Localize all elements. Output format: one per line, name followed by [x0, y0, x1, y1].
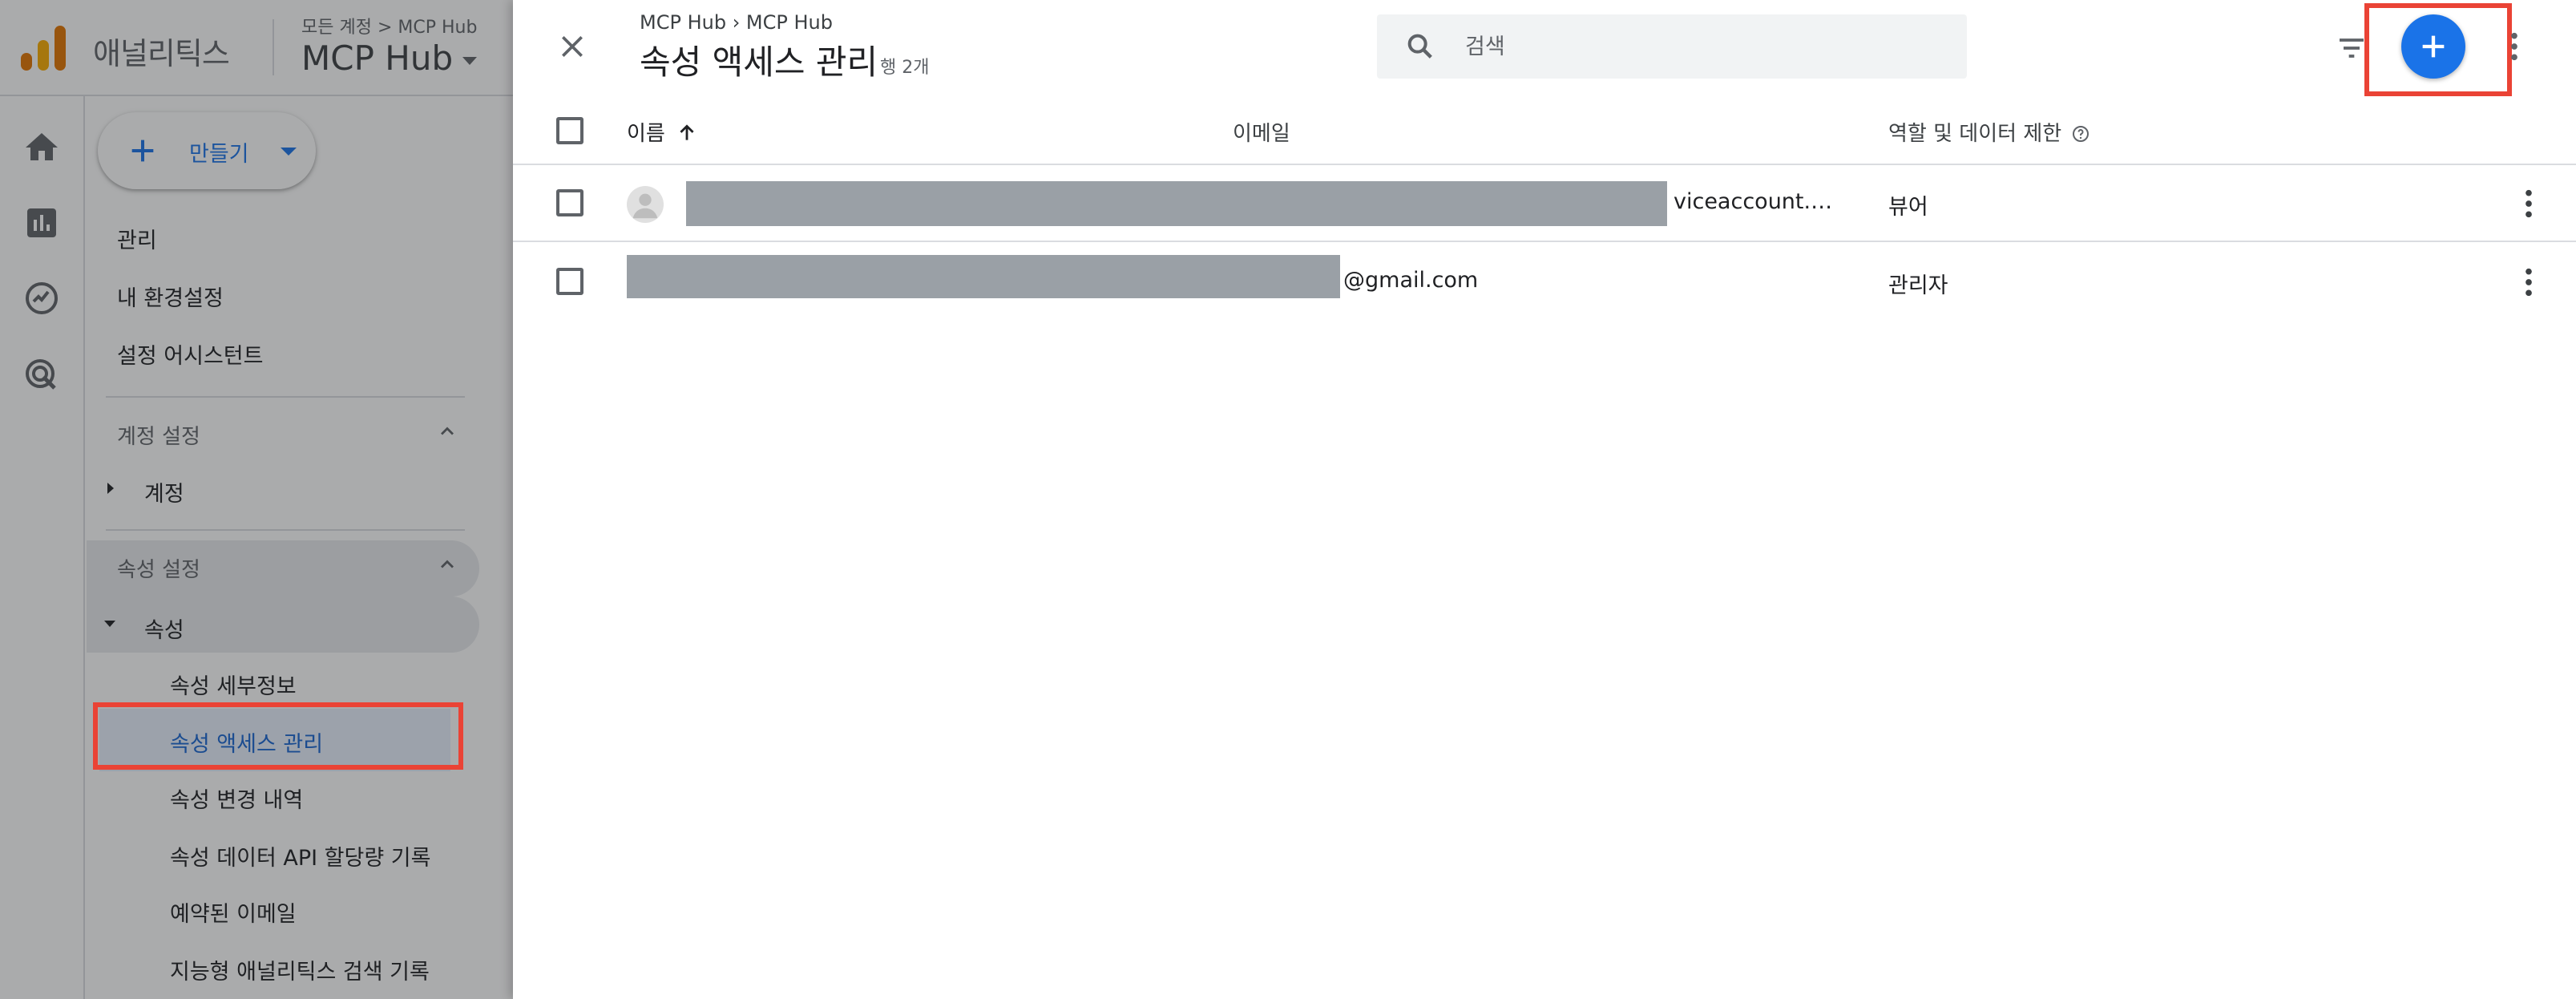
more-vert-icon[interactable]: [2523, 266, 2534, 298]
email-cell: viceaccount.…: [1674, 189, 1833, 214]
table-header: 이름 이메일 역할 및 데이터 제한: [513, 99, 2576, 165]
role-cell: 관리자: [1888, 273, 1948, 298]
row-checkbox[interactable]: [556, 189, 583, 216]
modal-scrim[interactable]: [0, 0, 513, 999]
analytics-shell: 애널리틱스 모든 계정 > MCP Hub MCP Hub 만들기 관리 내 환…: [0, 0, 513, 999]
access-management-panel: MCP Hub › MCP Hub 속성 액세스 관리 행 2개 이름: [513, 0, 2576, 999]
email-cell: @gmail.com: [1343, 268, 1479, 293]
column-header-email[interactable]: 이메일: [1233, 117, 1290, 147]
panel-breadcrumb: MCP Hub › MCP Hub: [640, 11, 833, 34]
add-user-button[interactable]: [2401, 14, 2465, 79]
role-cell: 뷰어: [1888, 195, 1928, 220]
table-row[interactable]: @gmail.com 관리자: [513, 244, 2576, 321]
app-root: 애널리틱스 모든 계정 > MCP Hub MCP Hub 만들기 관리 내 환…: [0, 0, 2576, 999]
column-header-role[interactable]: 역할 및 데이터 제한: [1888, 117, 2090, 147]
select-all-checkbox[interactable]: [556, 117, 583, 144]
search-input[interactable]: [1465, 27, 1946, 66]
search-box[interactable]: [1377, 14, 1967, 79]
more-vert-icon[interactable]: [2523, 188, 2534, 220]
row-count: 행 2개: [880, 58, 930, 78]
filter-icon[interactable]: [2336, 32, 2368, 64]
avatar: [627, 186, 664, 223]
highlight-box-access-management: [93, 702, 463, 770]
plus-icon: [2422, 35, 2445, 58]
column-role-label: 역할 및 데이터 제한: [1888, 122, 2062, 146]
redacted-name: [627, 255, 1340, 298]
redacted-name: [686, 181, 1667, 226]
sort-ascending-icon: [680, 124, 694, 140]
page-title: 속성 액세스 관리: [640, 42, 878, 82]
close-icon[interactable]: [556, 30, 588, 63]
column-header-name[interactable]: 이름: [627, 117, 697, 147]
help-icon[interactable]: [2071, 124, 2090, 144]
search-icon: [1407, 34, 1432, 59]
row-checkbox[interactable]: [556, 268, 583, 295]
more-vert-icon[interactable]: [2509, 30, 2520, 63]
person-icon: [632, 193, 658, 219]
table-row[interactable]: viceaccount.… 뷰어: [513, 165, 2576, 242]
column-name-label: 이름: [627, 122, 665, 146]
